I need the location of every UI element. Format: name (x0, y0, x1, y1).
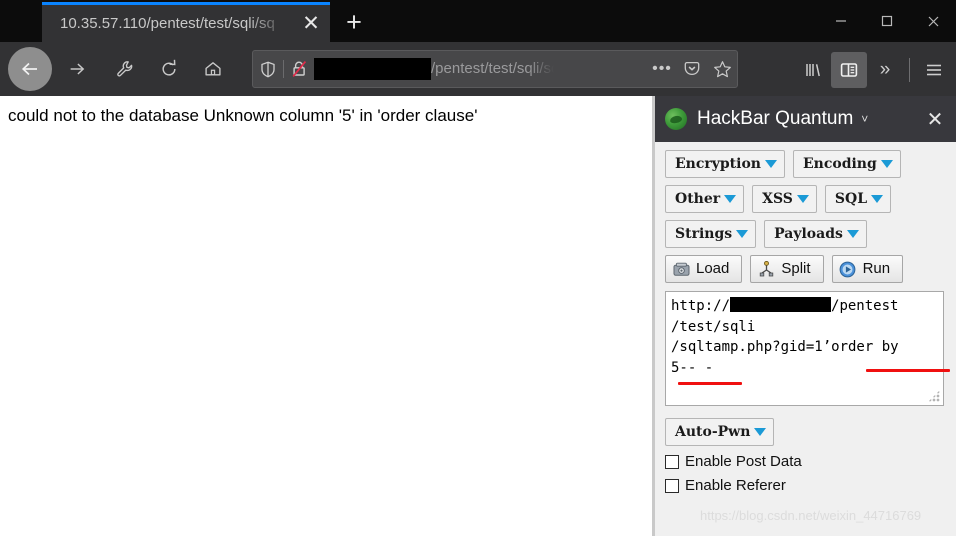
forward-arrow-icon[interactable] (58, 50, 96, 88)
enable-referer-checkbox[interactable] (665, 479, 679, 493)
browser-window: 10.35.57.110/pentest/test/sqli/sq ✕ + /p… (0, 0, 956, 536)
chevron-down-icon (871, 195, 884, 203)
annotation-underline-five (678, 382, 742, 385)
hackbar-close-icon[interactable]: ✕ (920, 104, 950, 134)
encoding-label: Encoding (802, 156, 877, 172)
window-controls (818, 0, 956, 42)
encoding-menu-button[interactable]: Encoding (792, 150, 901, 178)
chevron-down-icon (724, 195, 737, 203)
title-bar: 10.35.57.110/pentest/test/sqli/sq ✕ + (0, 0, 956, 42)
address-bar-text[interactable]: /pentest/test/sqli/sq (314, 51, 647, 87)
xss-label: XSS (762, 191, 793, 207)
split-button[interactable]: Split (750, 255, 824, 283)
hackbar-sidebar: HackBar Quantum ˅ ✕ Encryption Encoding … (655, 96, 956, 536)
maximize-icon[interactable] (864, 0, 910, 42)
browser-tab[interactable]: 10.35.57.110/pentest/test/sqli/sq ✕ (42, 2, 330, 42)
page-actions-icon[interactable]: ••• (647, 54, 677, 84)
load-button[interactable]: Load (665, 255, 743, 283)
pocket-icon[interactable] (677, 54, 707, 84)
address-bar-path: /pentest/test/sqli/sq (431, 60, 560, 77)
request-textarea[interactable]: http:// /pentest /test/sqli /sqltamp.php?… (665, 291, 944, 406)
request-suffix: /pentest (831, 298, 899, 314)
strings-menu-button[interactable]: Strings (665, 220, 757, 248)
load-icon (672, 260, 690, 278)
close-icon[interactable] (910, 0, 956, 42)
request-textarea-wrapper: http:// /pentest /test/sqli /sqltamp.php?… (665, 291, 950, 406)
chevron-down-icon (880, 160, 893, 168)
page-content: could not to the database Unknown column… (0, 96, 652, 536)
hackbar-body: Encryption Encoding Other XSS SQL String… (655, 142, 956, 406)
split-label: Split (781, 260, 811, 277)
request-rest: /test/sqli /sqltamp.php?gid=1’order by 5… (671, 318, 899, 376)
request-prefix: http:// (671, 298, 731, 314)
chevron-down-icon (764, 160, 777, 168)
hamburger-menu-icon[interactable] (916, 52, 952, 88)
toolbar-right-icons: » (795, 50, 952, 90)
hackbar-button-row-2: Other XSS SQL (665, 185, 956, 213)
hackbar-lower-section: Auto-Pwn Enable Post Data Enable Referer (655, 406, 956, 495)
wrench-icon[interactable] (106, 50, 144, 88)
hackbar-button-row-1: Encryption Encoding (665, 150, 956, 178)
chevron-down-icon (754, 428, 767, 436)
address-bar-actions: ••• (647, 54, 737, 84)
other-label: Other (675, 191, 721, 207)
new-tab-button[interactable]: + (336, 4, 372, 40)
tab-title: 10.35.57.110/pentest/test/sqli/sq (60, 14, 275, 32)
hackbar-button-row-3: Strings Payloads (665, 220, 956, 248)
tab-close-icon[interactable]: ✕ (294, 7, 328, 41)
run-icon (839, 260, 857, 278)
sql-label: SQL (834, 191, 868, 207)
page-error-text: could not to the database Unknown column… (8, 106, 478, 125)
library-icon[interactable] (795, 52, 831, 88)
enable-referer-label: Enable Referer (685, 477, 786, 494)
sql-menu-button[interactable]: SQL (824, 185, 892, 213)
hackbar-header: HackBar Quantum ˅ ✕ (655, 96, 956, 142)
redacted-host-block (730, 297, 832, 312)
enable-post-data-label: Enable Post Data (685, 453, 802, 470)
strings-label: Strings (675, 226, 733, 242)
chevron-down-icon (796, 195, 809, 203)
shield-icon[interactable] (253, 61, 283, 78)
annotation-underline-order-by (866, 369, 950, 372)
encryption-label: Encryption (675, 156, 761, 172)
minimize-icon[interactable] (818, 0, 864, 42)
enable-post-data-row[interactable]: Enable Post Data (665, 453, 956, 471)
home-icon[interactable] (194, 50, 232, 88)
encryption-menu-button[interactable]: Encryption (665, 150, 785, 178)
autopwn-row: Auto-Pwn (665, 418, 956, 446)
payloads-label: Payloads (774, 226, 843, 242)
hackbar-dropdown-icon[interactable]: ˅ (861, 112, 868, 126)
run-label: Run (862, 260, 891, 277)
address-bar[interactable]: /pentest/test/sqli/sq ••• (252, 50, 738, 88)
enable-referer-row[interactable]: Enable Referer (665, 477, 956, 495)
redacted-host-block (314, 58, 431, 80)
auto-pwn-menu-button[interactable]: Auto-Pwn (665, 418, 775, 446)
broken-lock-icon[interactable] (284, 60, 314, 78)
star-icon[interactable] (707, 54, 737, 84)
xss-menu-button[interactable]: XSS (752, 185, 817, 213)
enable-post-data-checkbox[interactable] (665, 455, 679, 469)
hackbar-tool-row: Load Split Run (665, 255, 956, 283)
chevron-down-icon (846, 230, 859, 238)
chevron-down-icon (736, 230, 749, 238)
back-arrow-icon[interactable] (8, 47, 52, 91)
split-icon (757, 260, 775, 278)
load-label: Load (696, 260, 730, 277)
other-menu-button[interactable]: Other (665, 185, 745, 213)
overflow-chevrons-icon[interactable]: » (867, 52, 903, 88)
run-button[interactable]: Run (831, 255, 904, 283)
toolbar-divider (909, 58, 910, 82)
auto-pwn-label: Auto-Pwn (675, 424, 751, 440)
payloads-menu-button[interactable]: Payloads (764, 220, 867, 248)
hackbar-title: HackBar Quantum (697, 108, 854, 129)
reload-icon[interactable] (150, 50, 188, 88)
watermark-text: https://blog.csdn.net/weixin_44716769 (700, 508, 922, 523)
sidebar-toggle-icon[interactable] (831, 52, 867, 88)
hackbar-logo-icon (665, 108, 687, 130)
